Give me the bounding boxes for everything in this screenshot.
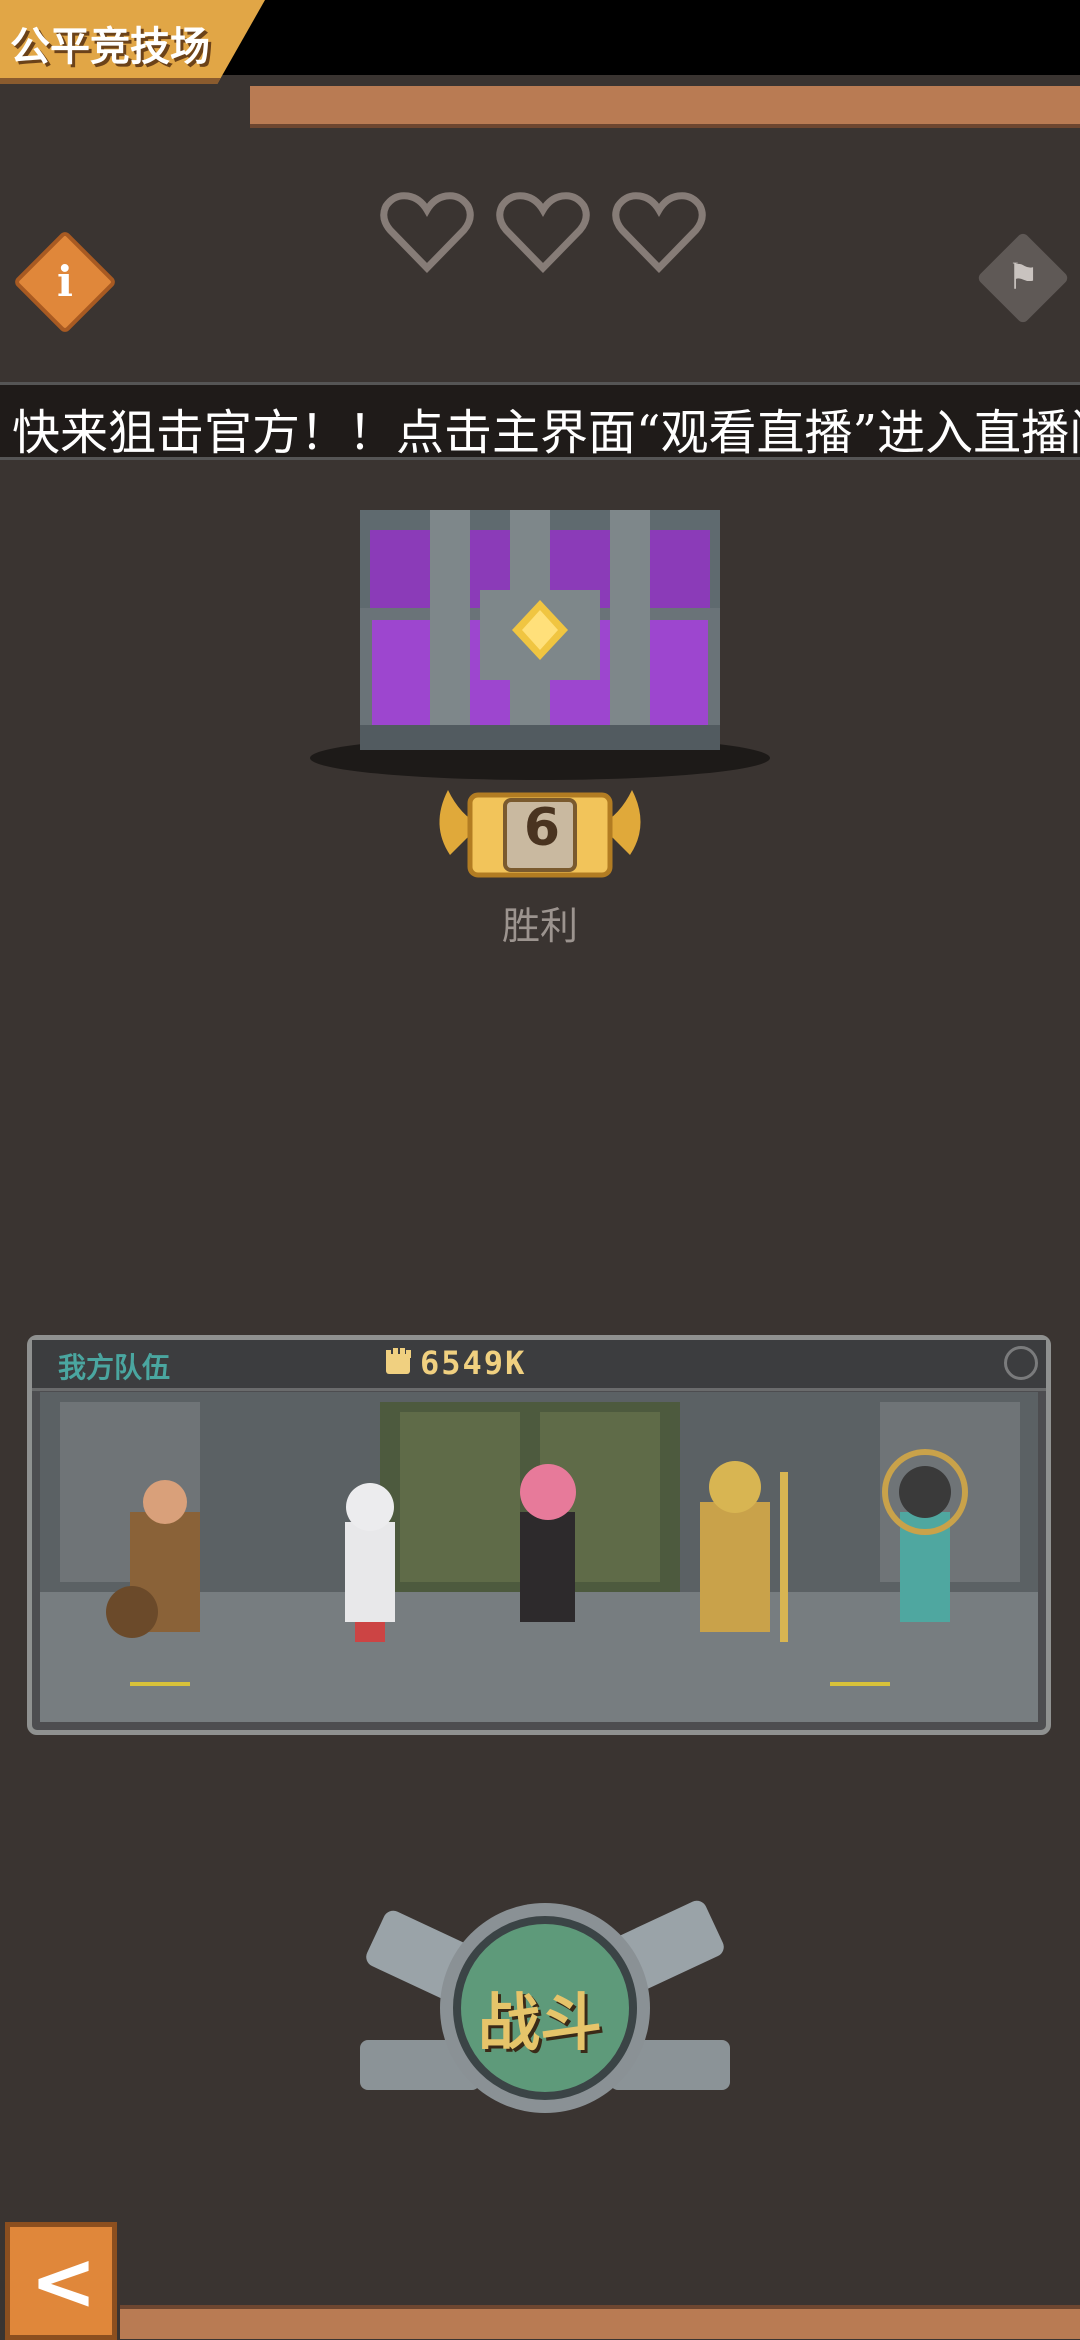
hero-3: [520, 1464, 576, 1622]
win-label: 胜利: [501, 904, 578, 948]
team-power: 6549K: [420, 1344, 527, 1382]
lives-hearts: [380, 190, 710, 280]
team-hangar-scene: [40, 1392, 1038, 1722]
info-button[interactable]: i: [12, 229, 118, 335]
battle-label: 战斗: [477, 1986, 602, 2059]
hero-2: [345, 1483, 395, 1642]
fist-icon: [386, 1348, 411, 1374]
team-panel-header: 我方队伍 6549K: [32, 1340, 1046, 1391]
heart-icon: [380, 192, 474, 274]
header-rail: [250, 86, 1080, 128]
heart-icon: [496, 192, 590, 274]
back-button[interactable]: <: [5, 2222, 117, 2340]
treasure-chest[interactable]: [310, 490, 770, 780]
ticker-text: 快来狙击官方！！点击主界面“观看直播”进入直播间！！: [12, 405, 1080, 460]
header-bar: [0, 78, 1080, 130]
page-title: 公平竞技场: [10, 24, 210, 70]
info-icon: i: [57, 257, 73, 306]
footer-rail: [120, 2305, 1080, 2339]
flag-button[interactable]: ⚑: [976, 231, 1070, 325]
announcement-ticker: 快来狙击官方！！点击主界面“观看直播”进入直播间！！: [0, 382, 1080, 460]
team-settings-button[interactable]: [1004, 1346, 1038, 1380]
team-label: 我方队伍: [58, 1351, 171, 1384]
win-count: 6: [523, 798, 561, 858]
heart-icon: [612, 192, 706, 274]
team-panel[interactable]: 我方队伍 6549K: [27, 1335, 1051, 1735]
back-arrow-icon: <: [30, 2235, 98, 2328]
flag-icon: ⚑: [1006, 257, 1040, 298]
